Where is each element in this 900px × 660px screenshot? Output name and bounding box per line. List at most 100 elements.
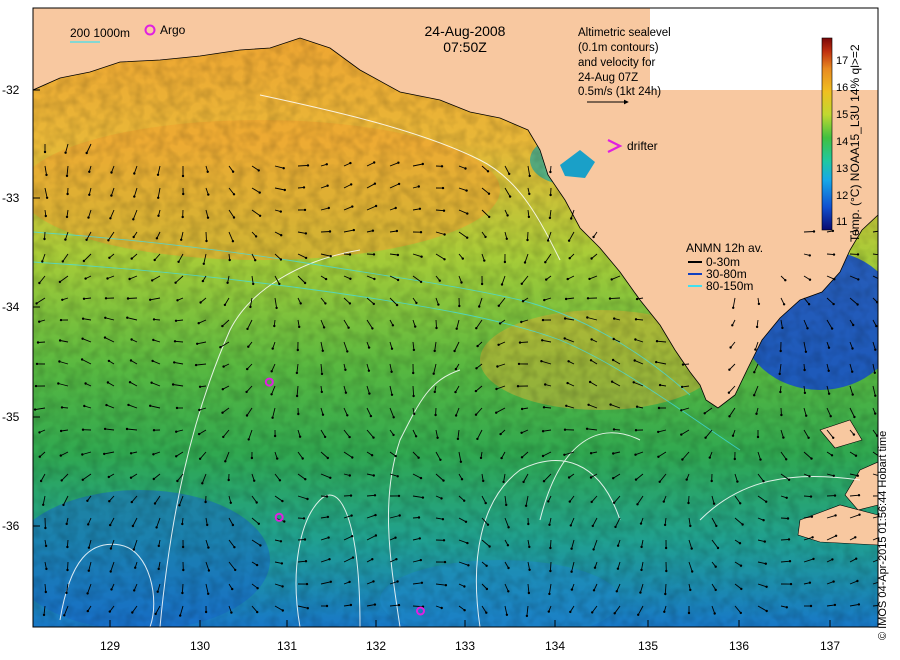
velocity-arrow-head: [303, 281, 307, 285]
velocity-arrow-head: [508, 172, 511, 176]
velocity-arrow-head: [86, 609, 90, 613]
velocity-arrow-head: [66, 192, 69, 196]
velocity-arrow-head: [541, 318, 545, 322]
velocity-arrow-head: [349, 603, 353, 607]
velocity-arrow-head: [231, 523, 235, 527]
velocity-arrow-head: [42, 503, 45, 506]
velocity-arrow-head: [130, 257, 133, 260]
velocity-arrow-head: [38, 455, 41, 458]
velocity-arrow-head: [453, 349, 456, 353]
velocity-arrow-head: [297, 412, 300, 416]
velocity-arrow-head: [639, 591, 642, 594]
altimetry-legend-line: Altimetric sealevel: [578, 27, 671, 39]
velocity-arrow-head: [502, 480, 505, 484]
velocity-arrow-head: [180, 238, 183, 241]
x-tick-label: 136: [729, 639, 749, 653]
velocity-arrow-head: [657, 455, 660, 458]
velocity-arrow-head: [528, 568, 531, 571]
velocity-arrow-head: [258, 214, 262, 217]
velocity-arrow-head: [298, 435, 302, 438]
velocity-arrow: [609, 297, 621, 300]
velocity-arrow-head: [58, 339, 62, 342]
velocity-arrow-head: [787, 538, 791, 541]
velocity-arrow-head: [484, 501, 487, 505]
velocity-arrow-head: [80, 358, 84, 361]
velocity-arrow-head: [279, 540, 283, 543]
colorbar-title: Temp. (°C) NOAA15_L3U 14% ql>=2: [848, 44, 862, 242]
velocity-arrow-head: [833, 603, 837, 607]
velocity-arrow-head: [856, 579, 859, 583]
velocity-arrow-head: [524, 504, 528, 507]
velocity-arrow-head: [664, 592, 667, 596]
velocity-arrow-head: [755, 412, 758, 415]
velocity-arrow-head: [832, 436, 835, 439]
velocity-arrow-head: [281, 499, 284, 503]
velocity-arrow-head: [440, 165, 444, 168]
velocity-arrow-head: [222, 435, 225, 439]
velocity-arrow-head: [86, 499, 89, 502]
velocity-arrow-head: [762, 480, 765, 483]
velocity-arrow-head: [372, 253, 376, 256]
velocity-arrow-head: [480, 282, 484, 286]
velocity-arrow-head: [38, 320, 41, 323]
velocity-arrow-head: [417, 185, 420, 188]
velocity-arrow-head: [545, 278, 548, 281]
velocity-arrow-head: [655, 340, 659, 343]
velocity-arrow-head: [541, 454, 545, 458]
velocity-arrow-head: [658, 383, 662, 387]
velocity-arrow-head: [81, 478, 85, 481]
velocity-arrow-head: [611, 358, 615, 362]
velocity-arrow-head: [206, 523, 209, 527]
velocity-arrow-head: [155, 237, 159, 240]
velocity-arrow-head: [296, 348, 299, 352]
velocity-arrow-head: [233, 546, 236, 549]
velocity-arrow-head: [110, 194, 113, 197]
velocity-arrow-head: [394, 536, 397, 539]
velocity-arrow-head: [59, 454, 62, 457]
velocity-arrow-head: [634, 429, 638, 432]
velocity-arrow-head: [204, 500, 207, 504]
velocity-arrow-head: [778, 372, 781, 376]
velocity-arrow-head: [103, 427, 107, 431]
velocity-arrow-head: [714, 588, 717, 592]
velocity-arrow-head: [43, 237, 46, 241]
velocity-arrow-head: [152, 338, 155, 342]
velocity-arrow-head: [873, 371, 876, 374]
velocity-arrow-head: [570, 217, 573, 220]
velocity-arrow-head: [197, 322, 200, 325]
velocity-arrow-head: [881, 279, 883, 281]
velocity-arrow-head: [65, 174, 69, 178]
velocity-arrow-head: [681, 458, 684, 461]
velocity-arrow-head: [739, 564, 743, 567]
velocity-arrow-head: [38, 281, 41, 285]
velocity-arrow-head: [204, 610, 208, 614]
velocity-arrow-head: [344, 368, 347, 371]
velocity-arrow-head: [520, 431, 523, 434]
velocity-arrow-head: [499, 432, 502, 436]
velocity-arrow-head: [42, 613, 46, 617]
velocity-arrow-head: [527, 215, 531, 219]
velocity-arrow-head: [830, 327, 834, 330]
velocity-arrow-head: [528, 192, 531, 196]
velocity-arrow-head: [739, 502, 742, 505]
velocity-arrow-head: [474, 389, 478, 393]
velocity-arrow-head: [592, 548, 595, 551]
velocity-arrow-head: [567, 239, 571, 242]
velocity-arrow-head: [549, 546, 552, 550]
velocity-arrow-head: [250, 456, 254, 460]
velocity-arrow-head: [808, 581, 812, 584]
velocity-arrow: [67, 561, 69, 571]
velocity-arrow-head: [587, 403, 590, 406]
altimetry-legend-line: (0.1m contours): [578, 42, 659, 54]
velocity-arrow-head: [655, 360, 658, 364]
velocity-arrow-head: [466, 212, 469, 215]
velocity-arrow-head: [832, 302, 835, 306]
velocity-arrow-head: [81, 317, 85, 320]
velocity-arrow-head: [351, 456, 354, 459]
velocity-arrow-head: [130, 338, 133, 341]
velocity-arrow-head: [433, 390, 436, 394]
velocity-arrow-head: [632, 381, 635, 384]
velocity-arrow-head: [832, 474, 835, 477]
velocity-arrow-head: [714, 565, 717, 568]
velocity-arrow-head: [741, 523, 744, 526]
